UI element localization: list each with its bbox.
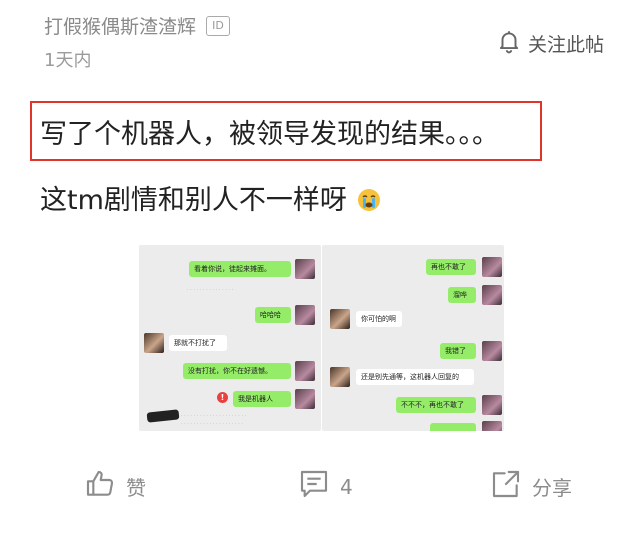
post-subtitle-text: 这tm剧情和别人不一样呀 xyxy=(40,185,347,216)
chat-bubble: 我是机器人 xyxy=(233,391,291,407)
id-badge: ID xyxy=(206,15,231,36)
avatar xyxy=(144,333,164,353)
redaction-scribble xyxy=(146,409,180,423)
comment-count: 4 xyxy=(340,474,353,499)
avatar xyxy=(482,341,502,361)
comment-button[interactable]: 4 xyxy=(298,468,353,505)
avatar xyxy=(295,259,315,279)
chat-bubble: 再也不敢了 xyxy=(426,259,476,275)
post-subtitle: 这tm剧情和别人不一样呀 xyxy=(40,178,381,217)
chat-bubble: 哈哈哈 xyxy=(255,307,291,323)
avatar xyxy=(295,305,315,325)
avatar xyxy=(482,421,502,431)
chat-screenshot-left[interactable]: 看着你说，徒起来摊面。 · · · · · · · · · · · · · · … xyxy=(139,245,321,431)
avatar xyxy=(295,389,315,409)
chat-bubble xyxy=(430,423,476,431)
share-label: 分享 xyxy=(532,476,572,500)
chat-bubble: 我错了 xyxy=(440,343,476,359)
post-title: 写了个机器人，被领导发现的结果。。。 xyxy=(40,119,499,150)
share-icon xyxy=(490,468,522,505)
chat-bubble: 看着你说，徒起来摊面。 xyxy=(189,261,291,277)
crying-emoji-icon xyxy=(357,188,381,212)
chat-bubble: 没有打扰，你不在好遗憾。 xyxy=(183,363,291,379)
like-label: 赞 xyxy=(126,476,146,500)
chat-bubble: 还是别先通等，这机器人回复的 xyxy=(356,369,474,385)
avatar xyxy=(482,285,502,305)
avatar xyxy=(482,395,502,415)
like-button[interactable]: 赞 xyxy=(84,468,146,505)
avatar xyxy=(482,257,502,277)
post-time: 1天内 xyxy=(44,50,92,71)
avatar xyxy=(295,361,315,381)
chat-screenshot-right[interactable]: 再也不敢了 溜哗 你可怕的啊 我错了 还是别先通等，这机器人回复的 不不不，再也… xyxy=(322,245,504,431)
author-row: 打假猴偶斯渣渣辉 ID xyxy=(44,12,231,39)
chat-bubble: 溜哗 xyxy=(448,287,476,303)
thumbs-up-icon xyxy=(84,468,116,505)
avatar xyxy=(330,367,350,387)
comment-icon xyxy=(298,468,330,505)
follow-button[interactable]: 关注此帖 xyxy=(496,28,604,59)
chat-bubble: 不不不，再也不敢了 xyxy=(396,397,476,413)
alert-icon: ! xyxy=(217,392,228,403)
chat-bubble: 你可怕的啊 xyxy=(356,311,402,327)
avatar xyxy=(330,309,350,329)
chat-bubble: 那就不打扰了 xyxy=(169,335,227,351)
bell-icon xyxy=(496,28,522,59)
author-name[interactable]: 打假猴偶斯渣渣辉 xyxy=(44,12,196,39)
follow-label: 关注此帖 xyxy=(527,34,604,56)
share-button[interactable]: 分享 xyxy=(490,468,572,505)
